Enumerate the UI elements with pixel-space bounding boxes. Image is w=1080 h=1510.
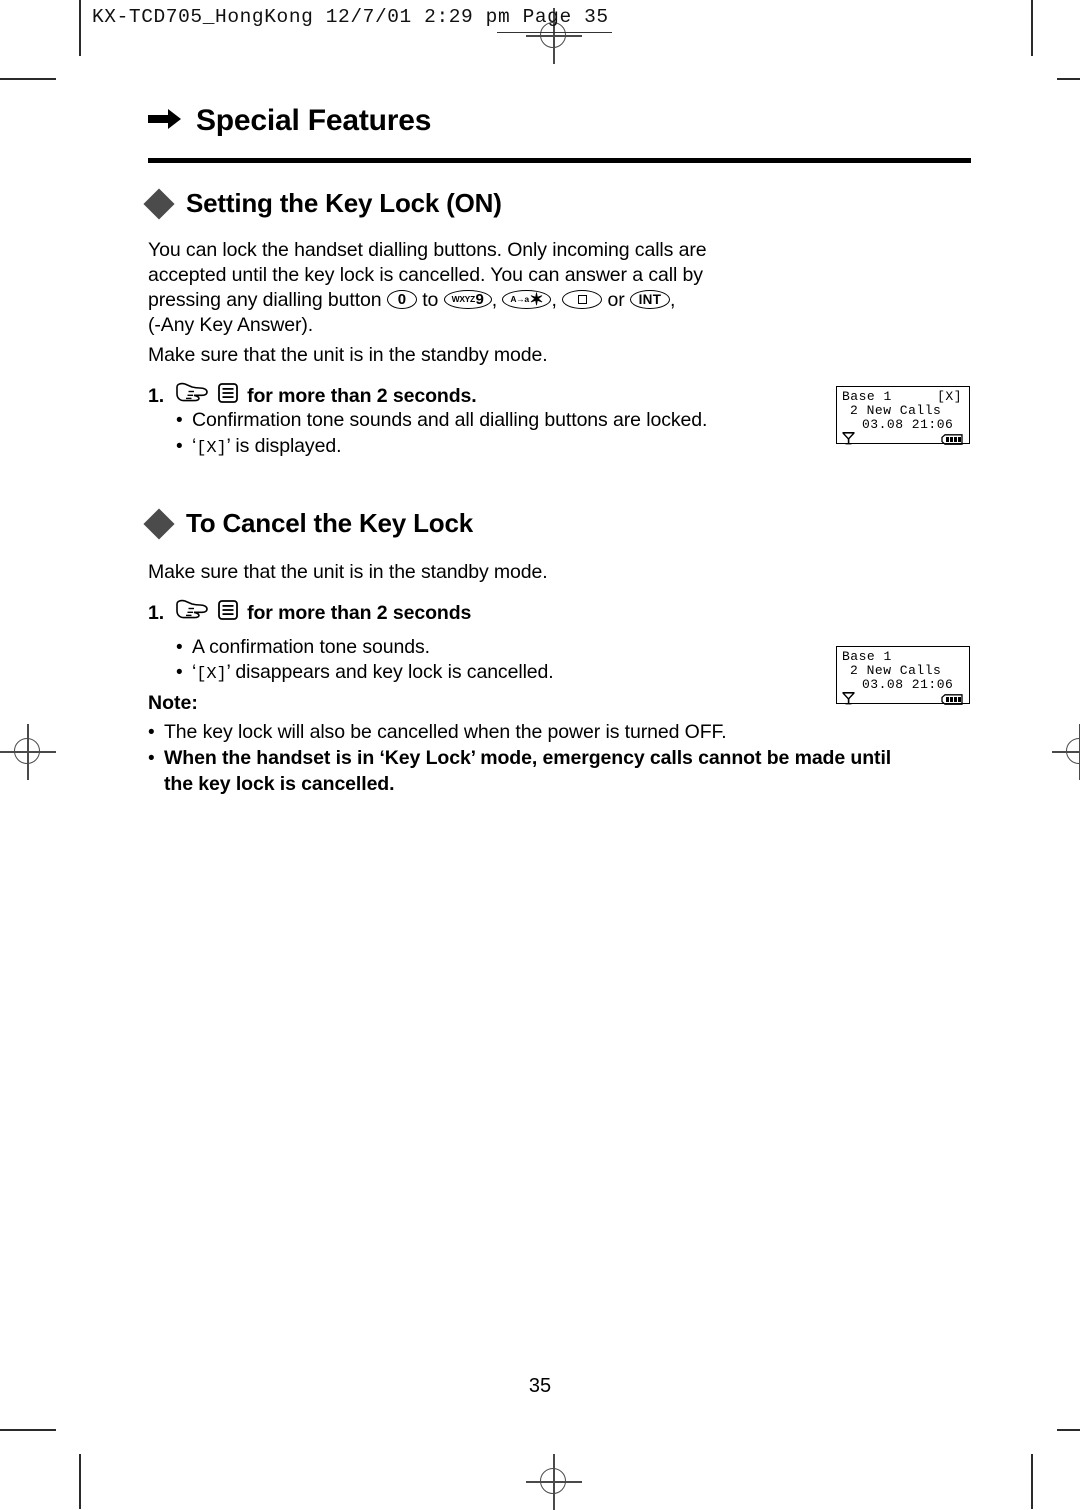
lcd-line-2: 2 New Calls <box>850 663 942 678</box>
bullet-dot: • <box>176 436 183 457</box>
menu-button-icon <box>218 382 238 410</box>
word-to: to <box>422 289 439 311</box>
square-key-icon <box>562 290 603 310</box>
bullet-dot: • <box>176 662 183 683</box>
diamond-bullet-icon <box>143 187 175 220</box>
section-heading-setting-key-lock: Setting the Key Lock (ON) <box>143 187 502 220</box>
diamond-bullet-icon <box>143 507 175 540</box>
bullet-item: • ‘[X]’ disappears and key lock is cance… <box>176 660 554 688</box>
intro-line-3: pressing any dialling button 0 to WXYZ 9,… <box>148 288 675 314</box>
bullet-dot: • <box>176 410 183 431</box>
note-bullet-line-1: When the handset is in ‘Key Lock’ mode, … <box>164 747 892 769</box>
comma-1: , <box>491 289 498 311</box>
key-lock-indicator: [X] <box>196 665 227 684</box>
bullet-text: ‘[X]’ disappears and key lock is cancell… <box>192 661 554 684</box>
lcd-line-3: 03.08 21:06 <box>862 417 954 432</box>
section-title: To Cancel the Key Lock <box>186 508 473 538</box>
battery-icon <box>941 434 963 449</box>
lcd-display-key-lock-on: Base 1 [X] 2 New Calls 03.08 21:06 <box>836 386 970 447</box>
lcd-line-3: 03.08 21:06 <box>862 677 954 692</box>
note-bullet-item: • The key lock will also be cancelled wh… <box>148 720 727 746</box>
key-int-icon: INT <box>629 290 670 310</box>
bullet-dot: • <box>148 748 155 769</box>
intro-line-2: accepted until the key lock is cancelled… <box>148 264 703 286</box>
right-arrow-icon <box>148 108 182 135</box>
antenna-icon <box>842 691 855 709</box>
lcd-status-row <box>842 432 965 447</box>
intro-line-1: You can lock the handset dialling button… <box>148 239 707 261</box>
key-nine-icon: WXYZ 9 <box>443 290 492 310</box>
standby-note-1: Make sure that the unit is in the standb… <box>148 344 548 366</box>
section-heading-cancel-key-lock: To Cancel the Key Lock <box>143 507 473 540</box>
comma-2: , <box>551 289 557 311</box>
battery-icon <box>941 694 963 709</box>
bullet-item: • Confirmation tone sounds and all diall… <box>176 408 707 434</box>
page-number: 35 <box>528 1375 552 1397</box>
key-lock-indicator: [X] <box>196 439 227 458</box>
bullet-text: ‘[X]’ is displayed. <box>192 435 342 458</box>
page-title: Special Features <box>196 104 432 137</box>
comma-3: , <box>669 289 676 311</box>
step-number: 1. <box>148 384 165 407</box>
chapter-rule <box>148 158 971 163</box>
step-label: for more than 2 seconds. <box>247 384 477 407</box>
bullet-dot: • <box>176 637 183 658</box>
note-bullet-text: The key lock will also be cancelled when… <box>164 721 727 743</box>
note-label: Note: <box>148 692 198 714</box>
bullet-text: Confirmation tone sounds and all diallin… <box>192 409 708 431</box>
intro-line-3-text: pressing any dialling button <box>148 289 382 311</box>
bullet-text: A confirmation tone sounds. <box>192 636 430 658</box>
chapter-heading: Special Features <box>148 104 431 138</box>
step-number: 1. <box>148 601 165 624</box>
note-bullet-text: When the handset is in ‘Key Lock’ mode, … <box>164 746 891 797</box>
lcd-line-1: Base 1 [X] <box>842 390 965 404</box>
step-1-cancel: 1. for more than 2 seconds <box>148 599 471 627</box>
pointing-hand-icon <box>175 382 209 410</box>
note-bullet-item: • When the handset is in ‘Key Lock’ mode… <box>148 746 891 797</box>
lcd-line-2: 2 New Calls <box>850 403 942 418</box>
page-content: Special Features Setting the Key Lock (O… <box>0 0 1080 1509</box>
intro-line-4: (-Any Key Answer). <box>148 314 314 336</box>
lcd-display-key-lock-off: Base 1 2 New Calls 03.08 21:06 <box>836 646 970 707</box>
step-label: for more than 2 seconds <box>247 601 472 624</box>
lcd-line-1: Base 1 <box>842 650 965 664</box>
antenna-icon <box>842 431 855 449</box>
step-1-setting: 1. for more than 2 seconds. <box>148 382 477 410</box>
lcd-key-lock-flag: [X] <box>937 389 962 404</box>
standby-note-2: Make sure that the unit is in the standb… <box>148 561 548 583</box>
word-or: or <box>607 289 625 311</box>
bullet-item: • ‘[X]’ is displayed. <box>176 434 341 462</box>
bullet-dot: • <box>148 722 155 743</box>
key-star-icon: A→a ✶ <box>502 290 552 310</box>
lcd-status-row <box>842 692 965 707</box>
note-bullet-line-2: the key lock is cancelled. <box>164 772 395 795</box>
section-title: Setting the Key Lock (ON) <box>186 188 502 218</box>
lcd-base-label: Base 1 <box>842 649 892 664</box>
menu-button-icon <box>218 599 238 627</box>
key-zero-icon: 0 <box>386 290 417 310</box>
bullet-item: • A confirmation tone sounds. <box>176 635 430 661</box>
lcd-base-label: Base 1 <box>842 389 892 404</box>
pointing-hand-icon <box>175 599 209 627</box>
